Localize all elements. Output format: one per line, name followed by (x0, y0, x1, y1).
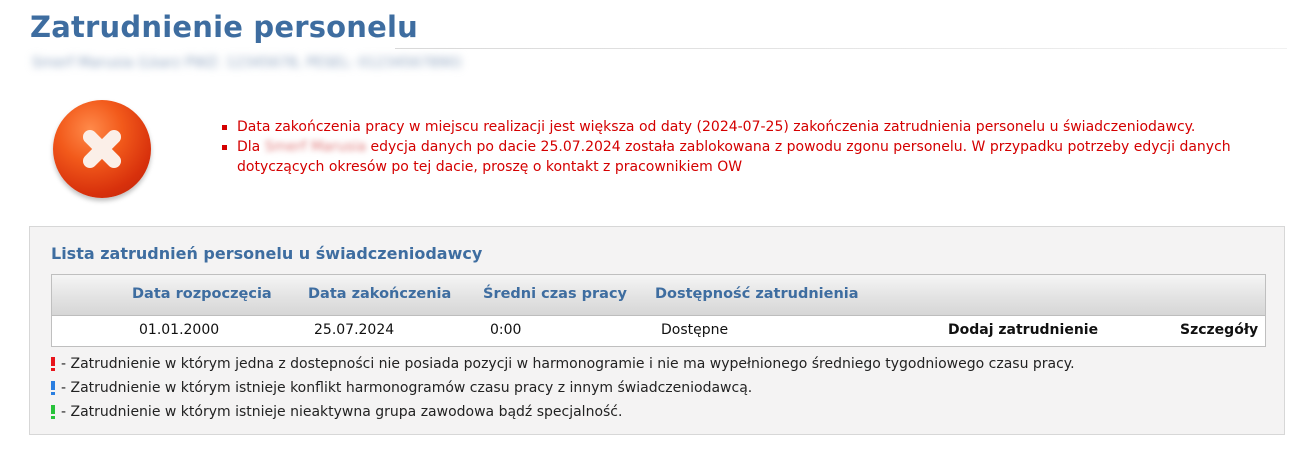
table-row: 01.01.2000 25.07.2024 0:00 Dostępne Doda… (52, 316, 1265, 346)
error-message-text: Dla Smerf Marusia edycja danych po dacie… (237, 137, 1272, 177)
cell-end-date: 25.07.2024 (314, 322, 395, 338)
legend-text: - Zatrudnienie w którym jedna z dostepno… (61, 356, 1075, 372)
exclamation-green-icon (51, 405, 55, 419)
error-message-2: Dla Smerf Marusia edycja danych po dacie… (222, 137, 1272, 177)
column-header-start-date[interactable]: Data rozpoczęcia (132, 286, 272, 302)
title-divider (395, 48, 1287, 49)
legend: - Zatrudnienie w którym jedna z dostepno… (51, 352, 1075, 424)
legend-text: - Zatrudnienie w którym istnieje nieakty… (61, 404, 623, 420)
details-link[interactable]: Szczegóły (1180, 322, 1258, 338)
table-header: Data rozpoczęcia Data zakończenia Średni… (52, 275, 1265, 316)
legend-item: - Zatrudnienie w którym istnieje nieakty… (51, 400, 1075, 424)
cell-availability: Dostępne (661, 322, 729, 338)
column-header-avg-time[interactable]: Średni czas pracy (483, 286, 627, 302)
add-employment-link[interactable]: Dodaj zatrudnienie (948, 322, 1098, 338)
legend-item: - Zatrudnienie w którym istnieje konflik… (51, 376, 1075, 400)
column-header-availability[interactable]: Dostępność zatrudnienia (655, 286, 859, 302)
error-message-body: edycja danych po dacie 25.07.2024 został… (237, 139, 1231, 175)
column-header-end-date[interactable]: Data zakończenia (308, 286, 451, 302)
error-message-text: Data zakończenia pracy w miejscu realiza… (237, 119, 1196, 135)
legend-item: - Zatrudnienie w którym jedna z dostepno… (51, 352, 1075, 376)
cell-start-date: 01.01.2000 (139, 322, 220, 338)
error-x-icon (53, 100, 151, 198)
page-title: Zatrudnienie personelu (30, 10, 418, 44)
bullet-icon (222, 145, 227, 150)
redacted-name: Smerf Marusia (264, 139, 367, 155)
bullet-icon (222, 125, 227, 130)
error-message-prefix: Dla (237, 139, 261, 155)
legend-text: - Zatrudnienie w którym istnieje konflik… (61, 380, 753, 396)
panel-title: Lista zatrudnień personelu u świadczenio… (51, 244, 483, 263)
exclamation-blue-icon (51, 381, 55, 395)
employment-list-panel: Lista zatrudnień personelu u świadczenio… (29, 226, 1285, 435)
employment-table: Data rozpoczęcia Data zakończenia Średni… (51, 274, 1266, 347)
personnel-subtitle-redacted: Smerf Marusia (Lkarz PWZ: 12345678, PESE… (32, 55, 462, 71)
cell-avg-time: 0:00 (490, 322, 522, 338)
error-messages: Data zakończenia pracy w miejscu realiza… (222, 117, 1272, 177)
exclamation-red-icon (51, 357, 55, 371)
error-message-1: Data zakończenia pracy w miejscu realiza… (222, 117, 1272, 137)
